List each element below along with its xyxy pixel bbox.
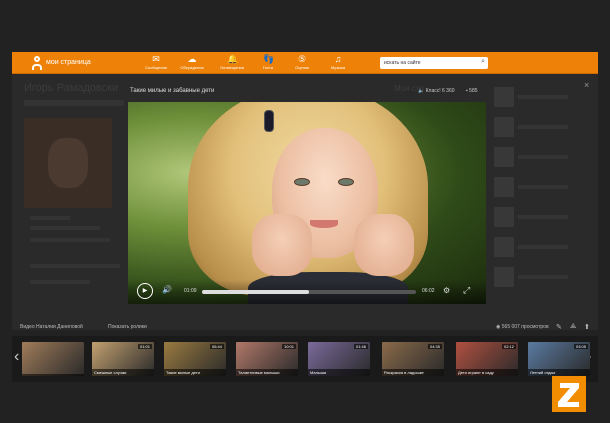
related-videos-strip: ‹ › 01:01 Смешные случаи 06:44 Такие мил… <box>12 336 598 382</box>
search-input[interactable]: искать на сайте ⌕ <box>380 57 488 69</box>
fullscreen-icon[interactable]: ⤢ <box>463 285 470 296</box>
views-count: ◉ 565 007 просмотров <box>496 324 549 330</box>
bell-icon: 🔔 <box>227 54 239 64</box>
total-time: 06:02 <box>422 288 435 294</box>
play-button[interactable]: ▶ <box>137 283 153 299</box>
share-icon[interactable]: ⟁ <box>570 323 576 331</box>
video-info-bar: Видео Наталии Даниловой Показать ролики … <box>12 322 598 334</box>
video-title: Такие милые и забавные дети <box>130 88 215 94</box>
nav-discussions[interactable]: ☁ Обсуждения <box>174 54 210 70</box>
odnoklassniki-logo-icon[interactable] <box>32 56 42 70</box>
thumbnail[interactable]: 01:01 Смешные случаи <box>92 342 154 376</box>
nav-notifications[interactable]: 🔔 Оповещения <box>214 54 250 70</box>
top-nav-bar: мои страница ✉ Сообщения ☁ Обсуждения 🔔 … <box>12 52 598 74</box>
thumbnail[interactable]: 02:12 Дети играют в саду <box>456 342 518 376</box>
envelope-icon: ✉ <box>152 54 160 64</box>
edit-icon[interactable]: ✎ <box>556 323 562 331</box>
settings-gear-icon[interactable]: ⚙ <box>443 286 450 295</box>
profile-name: Игорь Рамадовски <box>24 82 119 94</box>
prev-arrow-icon[interactable]: ‹ <box>14 348 19 366</box>
video-player[interactable]: ▶ 🔊 01:09 06:02 ⚙ ⤢ <box>128 102 486 304</box>
thumbnail[interactable]: 06:44 Такие милые дети <box>164 342 226 376</box>
z-logo-icon <box>552 376 586 412</box>
nav-messages[interactable]: ✉ Сообщения <box>138 54 174 70</box>
nav-music[interactable]: ♫ Музыка <box>320 54 356 70</box>
music-icon: ♫ <box>334 54 342 64</box>
thumbnail[interactable] <box>22 342 84 376</box>
likes-count[interactable]: 🔈 Класс! 6 360 <box>418 88 455 94</box>
thumbnail[interactable]: 10:01 Талантливые малыши <box>236 342 298 376</box>
hair-clip <box>264 110 274 132</box>
comments-count[interactable]: ▪ 585 <box>466 88 478 94</box>
thumbnail[interactable]: 03:05 Летний отдых <box>528 342 590 376</box>
progress-fill <box>202 290 309 294</box>
nav-guests[interactable]: 👣 Гости <box>250 54 286 70</box>
nav-ratings[interactable]: ⑤ Оценки <box>284 54 320 70</box>
thumbnail[interactable]: 01:46 Малыши <box>308 342 370 376</box>
comment-icon: ▪ <box>466 88 468 94</box>
eye-icon: ◉ <box>496 324 501 330</box>
ratings-icon: ⑤ <box>297 54 307 64</box>
my-page-link[interactable]: мои страница <box>46 59 91 66</box>
guests-icon: 👣 <box>263 54 275 64</box>
volume-icon[interactable]: 🔊 <box>162 285 172 294</box>
current-time: 01:09 <box>184 288 197 294</box>
thumbnail[interactable]: 04:35 Раскраска в ладошке <box>382 342 444 376</box>
search-icon[interactable]: ⌕ <box>481 58 485 66</box>
like-icon: 🔈 <box>418 88 425 94</box>
discussions-icon: ☁ <box>187 54 197 64</box>
friends-sidebar <box>494 84 590 294</box>
tab-show-videos[interactable]: Показать ролики <box>108 324 147 330</box>
screen: мои страница ✉ Сообщения ☁ Обсуждения 🔔 … <box>0 0 610 423</box>
profile-subline <box>24 100 124 106</box>
close-button[interactable]: × <box>584 80 589 90</box>
profile-photo <box>24 118 112 208</box>
progress-bar[interactable] <box>202 290 416 294</box>
tab-author-videos[interactable]: Видео Наталии Даниловой <box>20 324 83 330</box>
player-controls: ▶ 🔊 01:09 06:02 ⚙ ⤢ <box>128 280 486 304</box>
arrow-up-icon[interactable]: ⬆ <box>584 323 590 331</box>
